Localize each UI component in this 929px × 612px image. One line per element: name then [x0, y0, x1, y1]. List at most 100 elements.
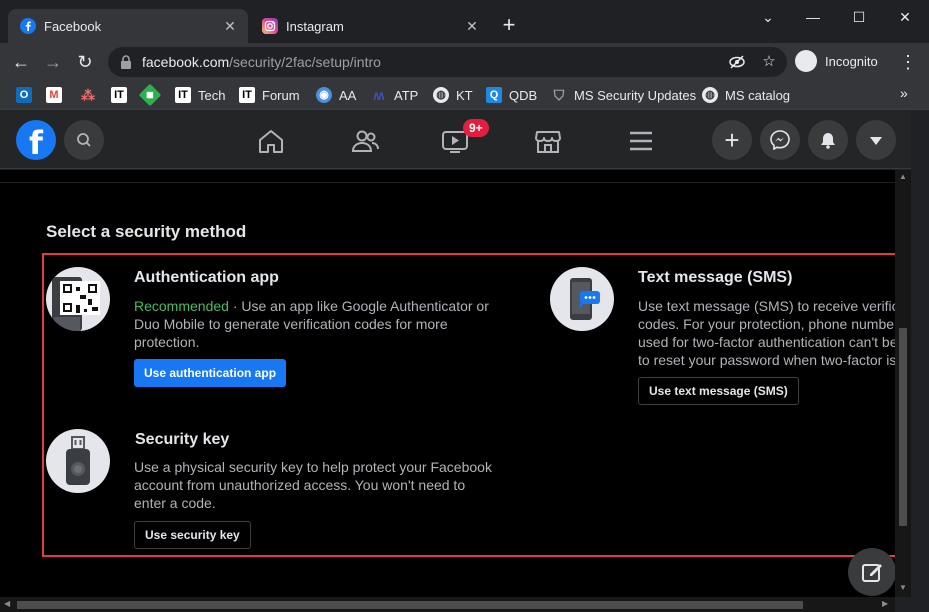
text-message-desc-line: used for two-factor authentication can't… — [638, 334, 895, 350]
bookmark-atp[interactable]: ʍ ATP — [371, 85, 419, 105]
security-key-illustration-icon — [46, 429, 110, 493]
text-message-desc-line: Use text message (SMS) to receive verifi… — [638, 298, 895, 314]
url-text[interactable]: facebook.com/security/2fac/setup/intro — [142, 54, 381, 70]
bookmark-star-icon[interactable]: ☆ — [760, 53, 778, 71]
scroll-left-arrow-icon[interactable]: ◀ — [4, 599, 10, 608]
bookmark-label: MS catalog — [725, 87, 791, 103]
gmail-icon: M — [46, 87, 62, 103]
bookmark-label: ATP — [394, 87, 419, 103]
bookmark-ms-catalog[interactable]: ◍ MS catalog — [702, 85, 790, 105]
authentication-app-title: Authentication app — [134, 269, 279, 286]
bookmark-item[interactable]: ◆ — [138, 83, 165, 107]
bookmark-tech[interactable]: IT Tech — [175, 85, 225, 105]
scroll-up-arrow-icon[interactable]: ▲ — [898, 172, 908, 181]
tab-facebook[interactable]: Facebook ✕ — [8, 9, 248, 43]
window-side-rail — [911, 111, 929, 612]
lock-icon — [121, 55, 131, 69]
shield-icon: ⛉ — [553, 87, 565, 103]
atp-icon: ʍ — [373, 87, 385, 103]
it-icon: IT — [239, 87, 255, 103]
marketplace-icon[interactable] — [534, 128, 562, 154]
security-key-title: Security key — [135, 431, 230, 448]
notifications-bell-icon[interactable] — [808, 120, 848, 160]
menu-hamburger-icon[interactable] — [627, 128, 655, 154]
scroll-right-arrow-icon[interactable]: ▶ — [882, 599, 888, 608]
q-icon: Q — [486, 87, 502, 103]
search-icon[interactable] — [64, 120, 104, 160]
close-tab-icon[interactable]: ✕ — [220, 16, 240, 36]
create-plus-icon[interactable]: + — [712, 120, 752, 160]
bookmarks-bar: O M ⁂ IT ◆ IT Tech IT Forum ◉ AA ʍ ATP ◍ KT Q… — [0, 80, 929, 110]
text-message-illustration-icon — [550, 267, 614, 331]
outlook-icon: O — [16, 87, 32, 103]
use-security-key-button[interactable]: Use security key — [134, 521, 251, 549]
instagram-favicon-icon — [262, 18, 278, 34]
page-title: Select a security method — [46, 222, 247, 241]
friends-icon[interactable] — [351, 128, 379, 154]
asana-icon: ⁂ — [81, 87, 95, 103]
bookmark-label: Forum — [262, 87, 300, 103]
bookmark-item[interactable]: IT — [111, 85, 134, 105]
use-text-message-button[interactable]: Use text message (SMS) — [638, 377, 799, 405]
bookmark-label: Tech — [198, 87, 226, 103]
feedly-icon: ◆ — [138, 83, 162, 107]
browser-toolbar: ← → ↻ facebook.com/security/2fac/setup/i… — [0, 43, 929, 80]
globe-icon: ◍ — [433, 87, 449, 103]
minimize-icon[interactable]: — — [790, 4, 836, 30]
divider — [0, 182, 895, 183]
text-message-desc-line: to reset your password when two-factor i… — [638, 352, 895, 368]
bookmark-label: MS Security Updates — [574, 87, 697, 103]
new-message-edit-icon[interactable] — [848, 548, 896, 596]
address-bar[interactable]: facebook.com/security/2fac/setup/intro ☆ — [108, 47, 787, 77]
recommended-label: Recommended — [134, 298, 229, 314]
tracking-blocked-eye-icon[interactable] — [728, 53, 746, 71]
account-chevron-icon[interactable] — [856, 120, 896, 160]
url-host: facebook.com — [142, 54, 230, 70]
bookmark-label: AA — [339, 87, 357, 103]
horizontal-scrollbar[interactable]: ◀ ▶ — [0, 597, 895, 612]
home-icon[interactable] — [257, 128, 285, 154]
tab-instagram[interactable]: Instagram ✕ — [250, 9, 490, 43]
facebook-favicon-icon — [20, 18, 36, 34]
incognito-label: Incognito — [825, 53, 878, 69]
bookmark-forum[interactable]: IT Forum — [239, 85, 300, 105]
url-path: /security/2fac/setup/intro — [229, 54, 381, 70]
close-tab-icon[interactable]: ✕ — [462, 16, 482, 36]
text-message-description: Use text message (SMS) to receive verifi… — [638, 297, 895, 369]
new-tab-icon[interactable]: + — [498, 14, 520, 36]
facebook-header: f + — [0, 111, 911, 169]
tab-title: Instagram — [286, 18, 344, 34]
scrollbar-thumb[interactable] — [17, 601, 803, 609]
it-icon: IT — [175, 87, 191, 103]
vertical-scrollbar[interactable]: ▲ ▼ — [895, 170, 911, 597]
facebook-logo-icon[interactable]: f — [16, 120, 56, 160]
bookmark-item[interactable]: ⁂ — [80, 85, 103, 105]
bookmark-qdb[interactable]: Q QDB — [486, 85, 537, 105]
bookmark-label: QDB — [509, 87, 538, 103]
use-authentication-app-button[interactable]: Use authentication app — [134, 359, 287, 387]
bookmark-label: KT — [456, 87, 473, 103]
scrollbar-thumb[interactable] — [899, 328, 907, 526]
scroll-down-arrow-icon[interactable]: ▼ — [898, 583, 908, 592]
security-key-description: Use a physical security key to help prot… — [134, 459, 492, 511]
messenger-icon[interactable] — [760, 120, 800, 160]
bookmark-aa[interactable]: ◉ AA — [316, 85, 356, 105]
tab-strip: Facebook ✕ Instagram ✕ + ⌄ — ☐ ✕ — [0, 0, 929, 43]
text-message-desc-line: codes. For your protection, phone number — [638, 316, 895, 332]
browser-menu-icon[interactable]: ⋮ — [898, 49, 918, 75]
more-bookmarks-icon[interactable]: » — [900, 85, 908, 101]
bookmark-item[interactable]: M — [46, 85, 69, 105]
bookmark-item[interactable]: O — [16, 85, 39, 105]
incognito-indicator[interactable]: Incognito — [795, 48, 878, 74]
watch-notification-badge: 9+ — [463, 119, 489, 137]
back-icon[interactable]: ← — [8, 49, 34, 75]
tab-search-chevron-icon[interactable]: ⌄ — [745, 4, 791, 30]
bookmark-ms-security-updates[interactable]: ⛉ MS Security Updates — [551, 85, 696, 105]
reload-icon[interactable]: ↻ — [72, 49, 98, 75]
incognito-icon — [795, 50, 817, 72]
close-window-icon[interactable]: ✕ — [882, 4, 928, 30]
globe-icon: ◍ — [702, 87, 718, 103]
forward-icon[interactable]: → — [40, 49, 66, 75]
maximize-icon[interactable]: ☐ — [836, 4, 882, 30]
bookmark-kt[interactable]: ◍ KT — [433, 85, 473, 105]
